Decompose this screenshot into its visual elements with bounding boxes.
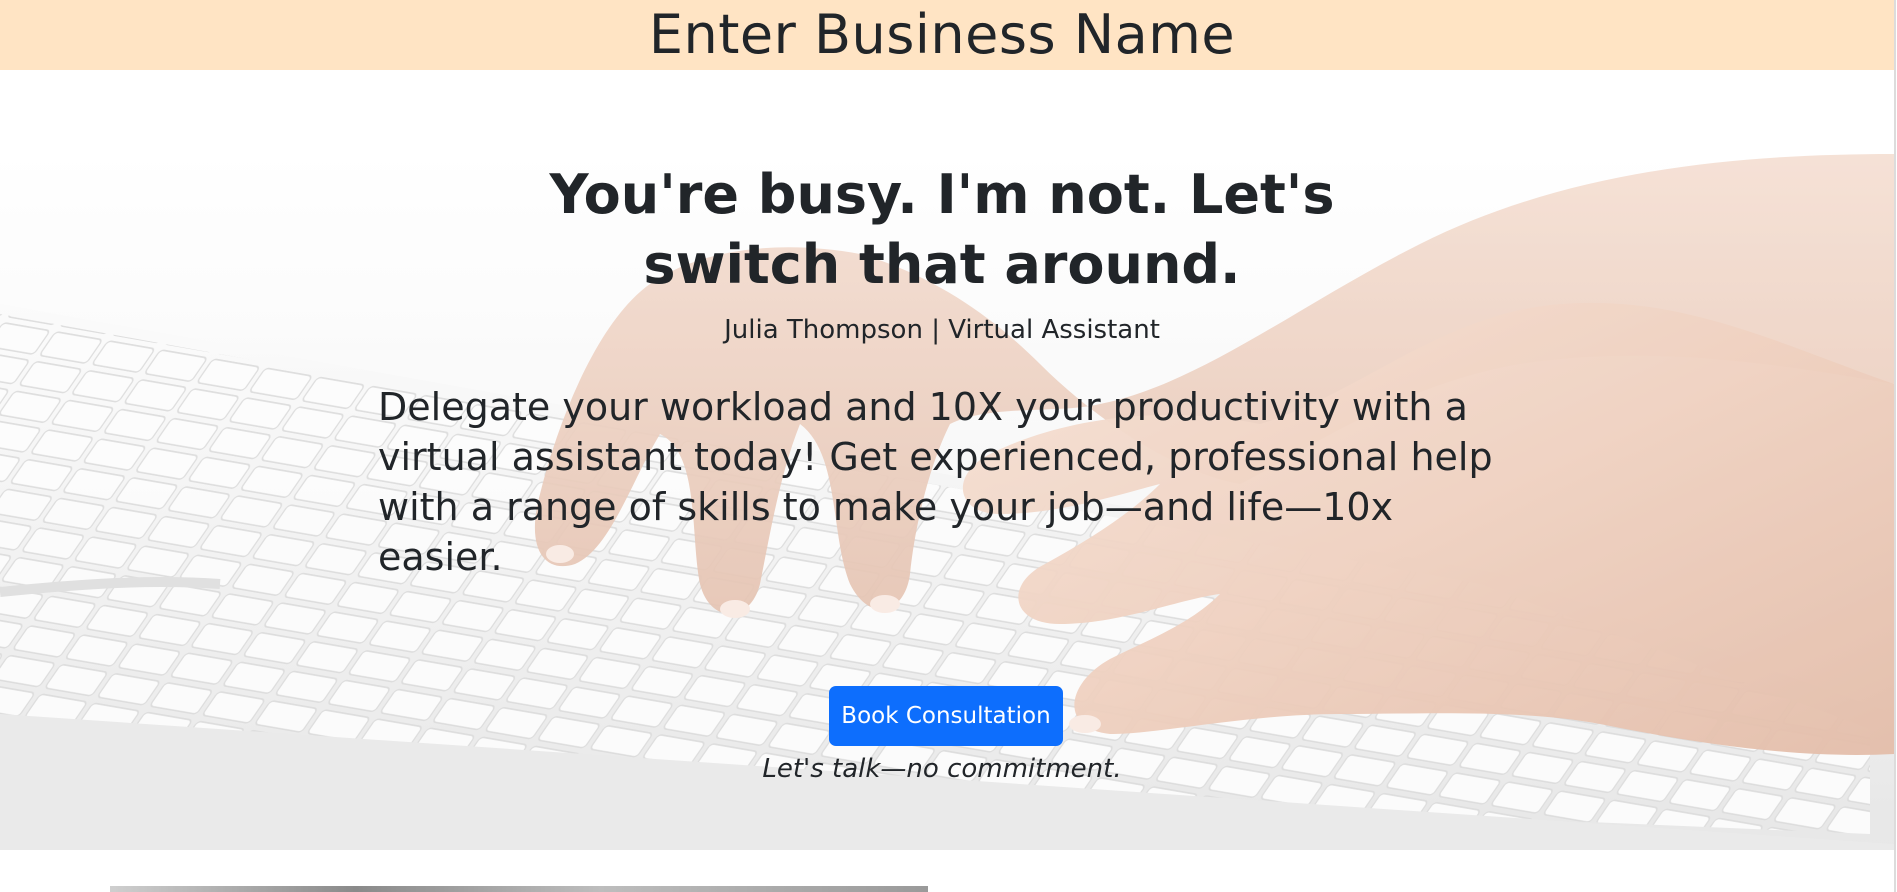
hero-headline: You're busy. I'm not. Let's switch that … — [0, 160, 1889, 300]
cta-note: Let's talk—no commitment. — [762, 754, 1122, 784]
hero-content: You're busy. I'm not. Let's switch that … — [0, 154, 1894, 850]
hero-byline: Julia Thompson | Virtual Assistant — [724, 315, 1160, 345]
hero-headline-line-1: You're busy. I'm not. Let's — [549, 163, 1335, 226]
business-name: Enter Business Name — [648, 3, 1236, 66]
book-consultation-button[interactable]: Book Consultation — [829, 686, 1063, 746]
hero-headline-line-2: switch that around. — [643, 233, 1241, 296]
hero-section: You're busy. I'm not. Let's switch that … — [0, 154, 1894, 850]
page-edge-divider — [1894, 0, 1896, 892]
next-section-image-edge — [110, 886, 928, 892]
hero-lead-text: Delegate your workload and 10X your prod… — [378, 385, 1493, 579]
site-header: Enter Business Name — [0, 0, 1894, 70]
